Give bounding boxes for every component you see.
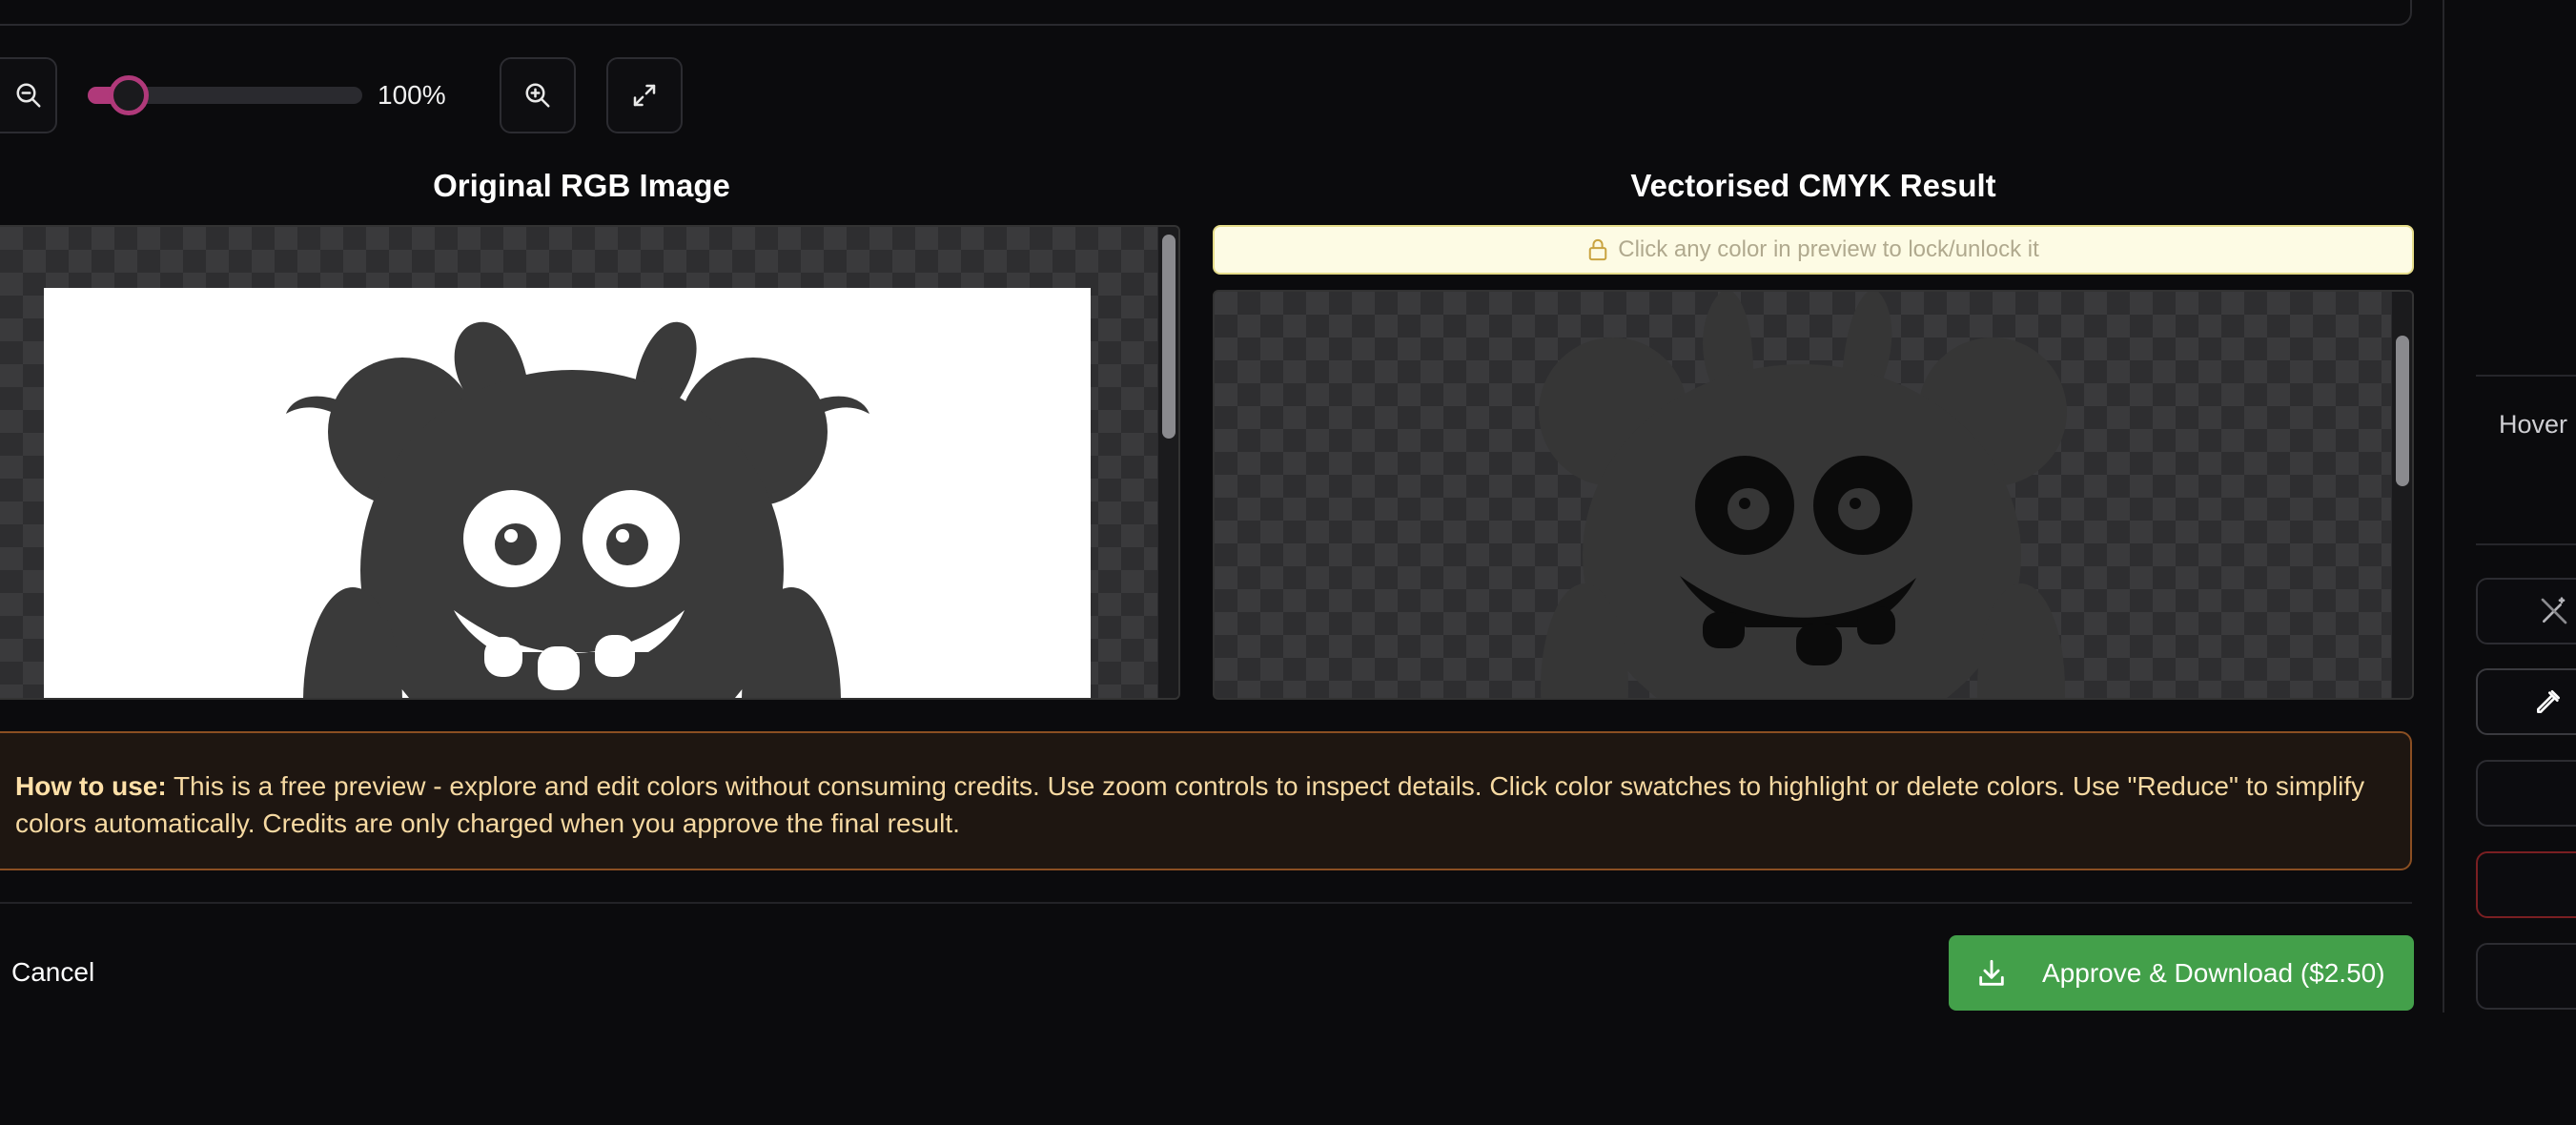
lock-hint-bar: Click any color in preview to lock/unloc… xyxy=(1213,225,2414,275)
approve-download-button[interactable]: Approve & Download ($2.50) xyxy=(1949,935,2414,1011)
result-panel-title: Vectorised CMYK Result xyxy=(1630,168,1996,203)
original-image-panel[interactable] xyxy=(0,225,1180,700)
eyedropper-icon xyxy=(2537,690,2560,713)
top-panel-frame xyxy=(0,0,2412,26)
footer-separator xyxy=(0,902,2412,904)
original-panel-scroll-thumb[interactable] xyxy=(1162,235,1176,439)
auto-color-button[interactable] xyxy=(2476,578,2576,644)
sidebar-delete-button[interactable] xyxy=(2476,851,2576,918)
vectorised-monster-preview[interactable] xyxy=(1215,292,2393,700)
result-panel-scrollbar[interactable] xyxy=(2391,292,2412,698)
fullscreen-icon xyxy=(633,84,656,107)
eyedropper-button[interactable] xyxy=(2476,668,2576,735)
monster-illustration xyxy=(286,321,869,698)
zoom-level-text: 100% xyxy=(378,80,446,110)
right-sidebar-divider xyxy=(2443,0,2444,1012)
zoom-slider-thumb[interactable] xyxy=(109,75,149,115)
sidebar-divider-bottom xyxy=(2476,543,2576,545)
zoom-in-icon xyxy=(525,83,550,108)
how-to-use-text: This is a free preview - explore and edi… xyxy=(15,771,2365,838)
result-panel-scroll-thumb[interactable] xyxy=(2396,336,2409,486)
zoom-in-button[interactable] xyxy=(500,57,576,133)
how-to-use-notice: How to use: This is a free preview - exp… xyxy=(0,731,2412,870)
zoom-out-button[interactable] xyxy=(0,57,57,133)
lock-icon xyxy=(1588,238,1607,261)
sidebar-divider-top xyxy=(2476,375,2576,377)
cancel-button[interactable]: Cancel xyxy=(11,957,94,988)
sidebar-hover-label: Hover xyxy=(2499,410,2568,439)
how-to-use-label: How to use: xyxy=(15,771,167,801)
zoom-out-icon xyxy=(16,83,41,108)
download-icon xyxy=(1979,959,2004,986)
original-image xyxy=(44,288,1091,698)
lock-hint-text: Click any color in preview to lock/unloc… xyxy=(1618,236,2039,262)
fullscreen-button[interactable] xyxy=(606,57,683,133)
approve-download-label: Approve & Download ($2.50) xyxy=(2042,957,2385,988)
original-panel-title: Original RGB Image xyxy=(433,168,730,203)
result-image-panel[interactable] xyxy=(1213,290,2414,700)
magic-wand-icon xyxy=(2541,597,2567,624)
sidebar-action-button[interactable] xyxy=(2476,760,2576,827)
sidebar-secondary-button[interactable] xyxy=(2476,943,2576,1010)
original-panel-scrollbar[interactable] xyxy=(1157,227,1178,698)
